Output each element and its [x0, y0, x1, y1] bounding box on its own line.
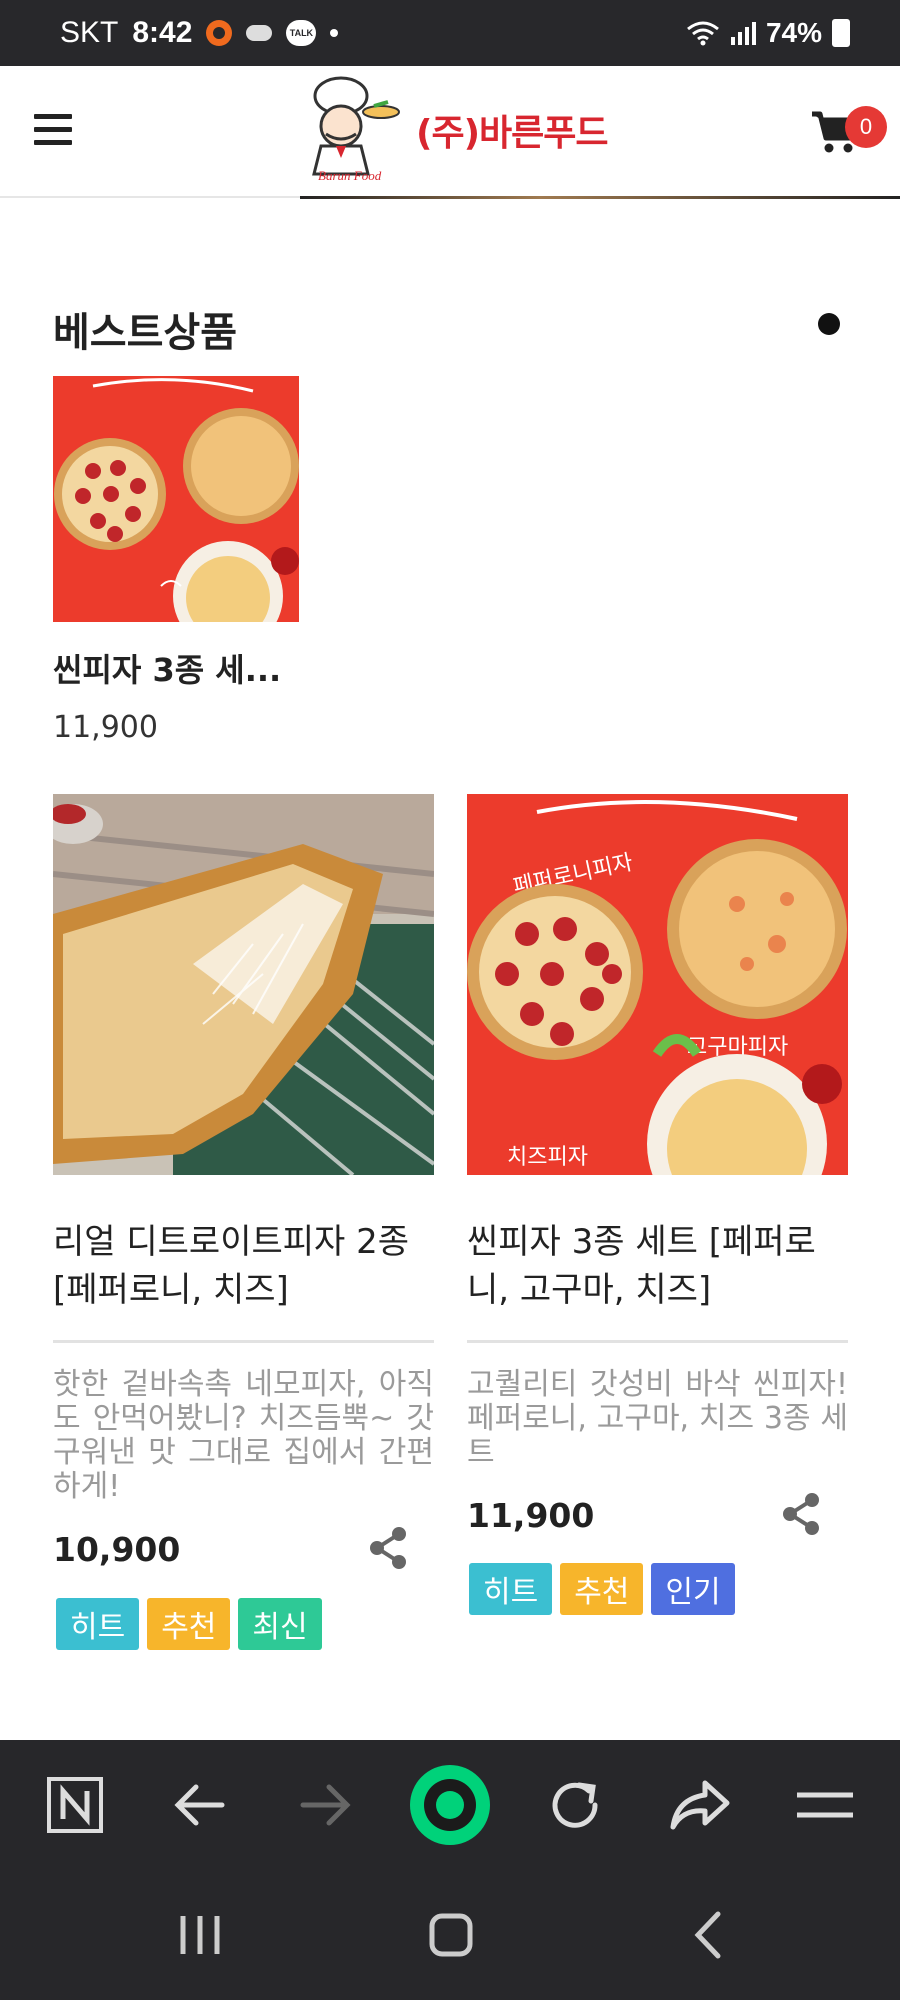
status-bar: SKT 8:42 TALK 74% [0, 0, 900, 66]
slider-indicator-dot[interactable] [818, 313, 840, 335]
best-product-name[interactable]: 씬피자 3종 세... [53, 645, 281, 691]
product-image-detroit[interactable] [53, 794, 434, 1175]
tag-popular: 인기 [651, 1563, 735, 1615]
tag-list: 히트 추천 최신 [56, 1598, 322, 1650]
system-back-icon[interactable] [690, 1910, 726, 1960]
kakaotalk-icon: TALK [286, 20, 317, 46]
product-price: 10,900 [53, 1530, 181, 1569]
product-image-thin-pizza[interactable]: 페퍼로니피자 고구마피자 치즈피자 [467, 794, 848, 1175]
brand-logo[interactable]: Barun Food (주)바른푸드 [296, 72, 626, 188]
product-price: 11,900 [467, 1496, 595, 1535]
hamburger-icon[interactable] [34, 114, 72, 146]
clock: 8:42 [132, 16, 193, 49]
cart-count-badge[interactable]: 0 [845, 106, 887, 148]
tag-recommend: 추천 [147, 1598, 231, 1650]
recent-apps-icon[interactable] [175, 1912, 225, 1958]
section-title: 베스트상품 [53, 310, 237, 356]
back-arrow-icon[interactable] [165, 1770, 235, 1840]
product-title[interactable]: 리얼 디트로이트피자 2종 [페퍼로니, 치즈] [53, 1218, 434, 1314]
more-notifications-icon [330, 29, 339, 37]
browser-menu-icon[interactable] [790, 1770, 860, 1840]
browser-toolbar [0, 1740, 900, 1870]
divider [467, 1340, 848, 1343]
battery-percent: 74% [765, 17, 822, 48]
chef-mascot-icon: Barun Food [296, 74, 406, 186]
product-description: 핫한 겉바속촉 네모피자, 아직도 안먹어봤니? 치즈듬뿍~ 갓 구워낸 맛 그… [53, 1367, 434, 1504]
share-icon[interactable] [780, 1492, 824, 1536]
wifi-icon [687, 21, 719, 46]
talk-label: TALK [289, 28, 314, 38]
battery-icon [832, 19, 850, 47]
tag-hit: 히트 [56, 1598, 140, 1650]
best-product-image[interactable] [53, 376, 299, 622]
carrier-label: SKT [60, 16, 119, 49]
best-product-price: 11,900 [53, 710, 158, 745]
signal-icon [730, 22, 756, 45]
home-icon[interactable] [428, 1912, 474, 1958]
notification-app-icon [206, 20, 233, 46]
share-icon[interactable] [367, 1526, 411, 1570]
reload-icon[interactable] [540, 1770, 610, 1840]
naver-n-icon[interactable] [40, 1770, 110, 1840]
share-forward-icon[interactable] [665, 1770, 735, 1840]
tag-list: 히트 추천 인기 [469, 1563, 735, 1615]
tag-new: 최신 [238, 1598, 322, 1650]
site-header: Barun Food (주)바른푸드 [0, 66, 900, 198]
tag-hit: 히트 [469, 1563, 553, 1615]
product-description: 고퀄리티 갓성비 바삭 씬피자! 페퍼로니, 고구마, 치즈 3종 세트 [467, 1367, 848, 1470]
naver-green-icon[interactable] [405, 1760, 495, 1850]
tag-recommend: 추천 [560, 1563, 644, 1615]
logo-subtitle: Barun Food [318, 168, 382, 183]
logo-text: (주)바른푸드 [416, 113, 609, 154]
divider [53, 1340, 434, 1343]
header-banner-edge [300, 196, 900, 199]
forward-arrow-icon[interactable] [290, 1770, 360, 1840]
system-navigation-bar [0, 1870, 900, 2000]
cloud-icon [246, 25, 273, 41]
product-title[interactable]: 씬피자 3종 세트 [페퍼로니, 고구마, 치즈] [467, 1218, 848, 1314]
cheese-pizza-label: 치즈피자 [507, 1145, 588, 1170]
